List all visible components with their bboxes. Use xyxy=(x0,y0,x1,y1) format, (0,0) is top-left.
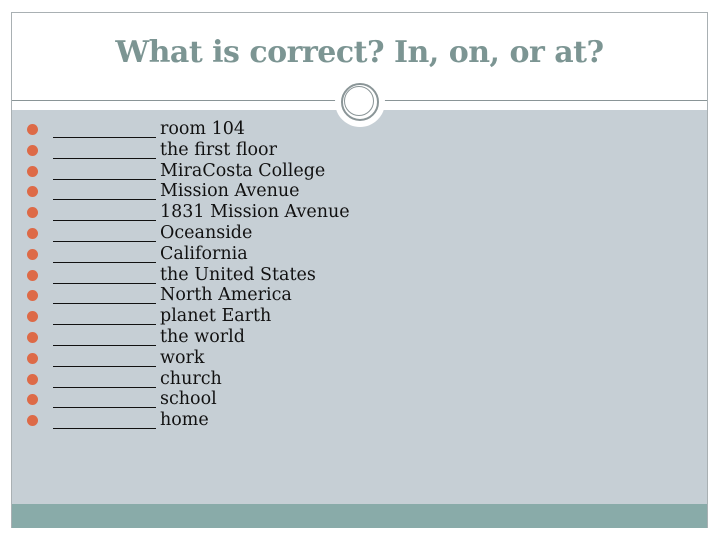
bullet-icon xyxy=(27,415,38,427)
answer-blank xyxy=(53,247,156,263)
answer-blank xyxy=(53,413,156,430)
item-text: California xyxy=(160,243,248,264)
answer-blank xyxy=(53,122,156,138)
item-text: work xyxy=(160,347,205,368)
item-text: home xyxy=(160,410,209,431)
item-text: room 104 xyxy=(160,119,245,139)
bullet-icon xyxy=(27,144,38,156)
item-text: Oceanside xyxy=(160,222,253,243)
answer-blank xyxy=(53,392,156,409)
slide-content: room 104 the first floor MiraCosta Colle… xyxy=(12,110,707,504)
item-text: the world xyxy=(160,326,245,347)
circle-ornament-icon xyxy=(335,77,385,127)
slide: What is correct? In, on, or at? room 104… xyxy=(11,12,708,528)
bullet-icon xyxy=(27,227,38,239)
item-text: planet Earth xyxy=(160,306,272,327)
answer-blank xyxy=(53,226,156,242)
bullet-icon xyxy=(27,269,38,281)
bullet-icon xyxy=(27,290,38,302)
bullet-icon xyxy=(27,124,38,135)
answer-blank xyxy=(53,143,156,159)
answer-blank xyxy=(53,288,156,305)
bullet-icon xyxy=(27,352,38,364)
bullet-icon xyxy=(27,331,38,343)
bullet-icon xyxy=(27,248,38,260)
bullet-icon xyxy=(27,186,38,198)
item-text: the first floor xyxy=(160,139,277,160)
item-text: MiraCosta College xyxy=(160,160,326,181)
item-text: the United States xyxy=(160,264,316,285)
slide-title: What is correct? In, on, or at? xyxy=(115,35,604,70)
item-text: North America xyxy=(160,285,292,306)
answer-blank xyxy=(53,205,156,222)
bullet-icon xyxy=(27,207,38,219)
bullet-icon xyxy=(27,373,38,385)
inner-ring xyxy=(344,86,374,116)
item-text: school xyxy=(160,389,217,410)
item-text: Mission Avenue xyxy=(160,181,300,202)
item-text: church xyxy=(160,368,222,389)
answer-blank xyxy=(53,372,156,388)
answer-blank xyxy=(53,330,156,346)
answer-blank xyxy=(53,351,156,367)
answer-blank xyxy=(53,164,156,180)
footer-band xyxy=(12,504,707,528)
bullet-icon xyxy=(27,394,38,406)
item-text: 1831 Mission Avenue xyxy=(160,202,350,223)
answer-blank xyxy=(53,184,156,201)
answer-blank xyxy=(53,268,156,284)
answer-blank xyxy=(53,309,156,326)
bullet-icon xyxy=(27,165,38,177)
bullet-icon xyxy=(27,311,38,323)
